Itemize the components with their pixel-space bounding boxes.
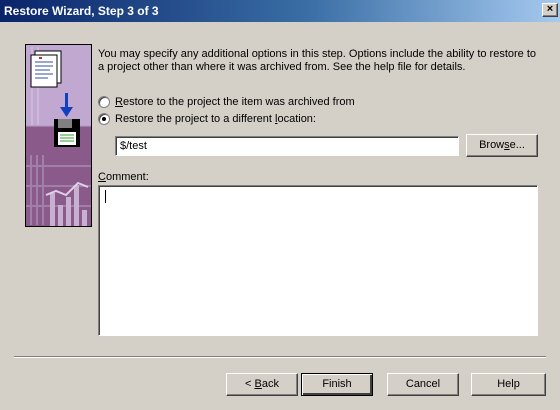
radio-button-original[interactable]: [98, 96, 110, 108]
title-bar: Restore Wizard, Step 3 of 3 ×: [0, 0, 560, 22]
radio-button-different-location[interactable]: [98, 113, 110, 125]
archive-illustration: [26, 45, 91, 226]
comment-label: Comment:: [98, 171, 149, 183]
radio-restore-original[interactable]: Restore to the project the item was arch…: [98, 96, 355, 108]
button-separator: [14, 356, 546, 358]
wizard-graphic: [25, 44, 92, 227]
cancel-button[interactable]: Cancel: [387, 373, 459, 396]
radio-restore-different-location[interactable]: Restore the project to a different locat…: [98, 113, 316, 125]
radio-label-different-location: Restore the project to a different locat…: [115, 113, 316, 125]
comment-textarea[interactable]: [98, 185, 538, 336]
radio-label-original: Restore to the project the item was arch…: [115, 96, 355, 108]
finish-button[interactable]: Finish: [301, 373, 373, 396]
help-button[interactable]: Help: [471, 373, 546, 396]
close-icon: ×: [546, 3, 554, 15]
close-button[interactable]: ×: [542, 3, 558, 17]
location-input[interactable]: $/test: [115, 136, 459, 156]
step-description: You may specify any additional options i…: [98, 48, 537, 73]
text-cursor: [105, 190, 106, 203]
window-title: Restore Wizard, Step 3 of 3: [4, 4, 159, 18]
browse-button[interactable]: Browse...: [466, 134, 538, 157]
back-button[interactable]: < Back: [226, 373, 298, 396]
